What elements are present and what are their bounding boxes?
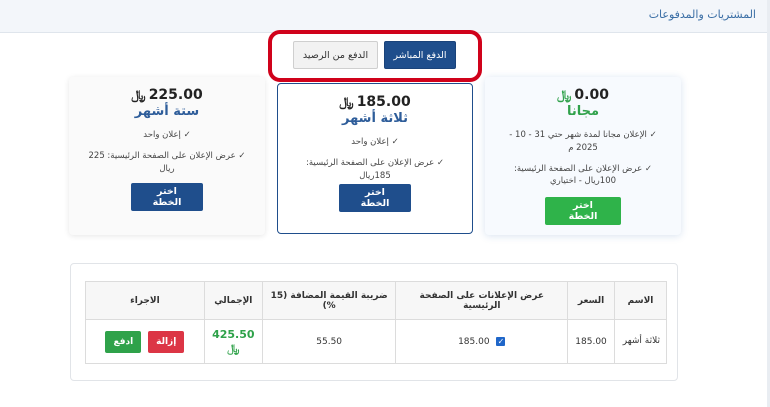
plan-feature: ✓ الإعلان مجانا لمدة شهر حتي 31 - 10 - 2… [509,130,657,153]
riyal-icon: ﷼ [131,87,146,103]
choose-plan-button[interactable]: اختر الخطة [545,197,621,225]
direct-pay-button[interactable]: الدفع المباشر [384,41,456,69]
row-price: 185.00 [567,319,616,364]
col-header-price: السعر [567,281,616,320]
page-header: المشتريات والمدفوعات [0,0,770,33]
plan-name: مجانا [566,104,600,119]
plan-name: ستة أشهر [134,104,200,119]
plan-card-six-months: ﷼ 225.00 ستة أشهر ✓ إعلان واحد ✓ عرض الإ… [69,77,265,235]
riyal-icon: ﷼ [557,87,572,103]
riyal-icon: ﷼ [227,341,240,355]
col-header-total: الإجمالي [203,281,263,320]
choose-plan-button[interactable]: اختر الخطة [339,184,411,212]
row-featured-price: 185.00 [458,336,490,347]
remove-button[interactable]: إزالة [148,330,185,353]
table-row: ثلاثة أشهر 185.00 ✓ 185.00 55.50 425.50 … [85,319,667,364]
col-header-featured: عرض الإعلانات على الصفحة الرئيسية [395,281,569,320]
pay-button[interactable]: ادفع [105,330,142,353]
row-vat: 55.50 [261,319,397,364]
plan-feature: ✓ عرض الإعلان على الصفحة الرئيسية: 225 ر… [88,150,246,174]
plan-feature: ✓ إعلان واحد [143,130,191,140]
row-featured: ✓ 185.00 [395,319,569,364]
row-total: 425.50 ﷼ [203,319,263,364]
riyal-icon: ﷼ [339,94,354,110]
plan-price: ﷼ 225.00 [131,87,203,103]
plan-card-free: ﷼ 0.00 مجانا ✓ الإعلان مجانا لمدة شهر حت… [485,77,681,235]
plan-feature: ✓ عرض الإعلان على الصفحة الرئيسية: 185ري… [305,157,445,181]
table-header-row: الاسم السعر عرض الإعلانات على الصفحة الر… [85,281,667,320]
featured-checkbox[interactable]: ✓ [496,336,506,346]
cart-table-container: الاسم السعر عرض الإعلانات على الصفحة الر… [70,263,678,381]
plan-feature: ✓ إعلان واحد [351,137,399,147]
row-name: ثلاثة أشهر [614,319,667,364]
plan-name: ثلاثة أشهر [342,111,408,126]
plan-price: ﷼ 0.00 [557,87,609,103]
choose-plan-button[interactable]: اختر الخطة [131,183,203,211]
col-header-name: الاسم [614,281,667,320]
pay-from-balance-button[interactable]: الدفع من الرصيد [293,41,378,69]
row-actions: إزالة ادفع [85,319,205,364]
col-header-vat: ضريبة القيمة المضافة (15 %) [261,281,397,320]
plan-feature: ✓ عرض الإعلان على الصفحة الرئيسية: 100ري… [513,163,653,187]
row-total-value: 425.50 [212,328,255,342]
col-header-actions: الاجراء [85,281,205,320]
page-title: المشتريات والمدفوعات [648,8,756,21]
plan-card-three-months: ﷼ 185.00 ثلاثة أشهر ✓ إعلان واحد ✓ عرض ا… [277,83,473,234]
cart-table: الاسم السعر عرض الإعلانات على الصفحة الر… [85,281,667,364]
plan-price: ﷼ 185.00 [339,94,411,110]
